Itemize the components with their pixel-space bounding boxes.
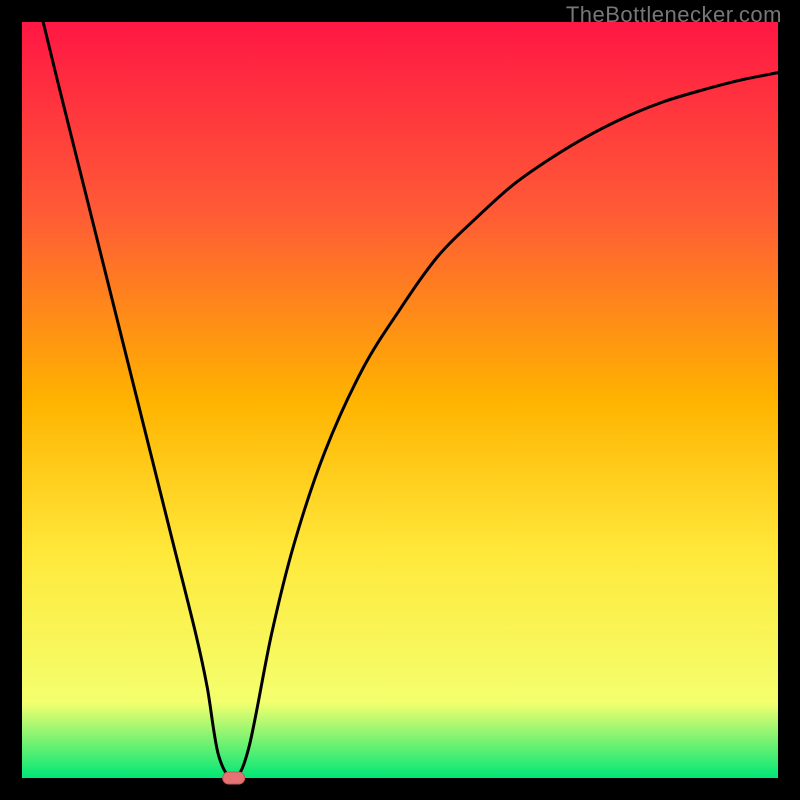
- chart-frame: TheBottlenecker.com: [0, 0, 800, 800]
- watermark-text: TheBottlenecker.com: [566, 2, 782, 28]
- optimal-marker: [223, 772, 245, 784]
- plot-area: [22, 22, 778, 778]
- bottleneck-chart: [0, 0, 800, 800]
